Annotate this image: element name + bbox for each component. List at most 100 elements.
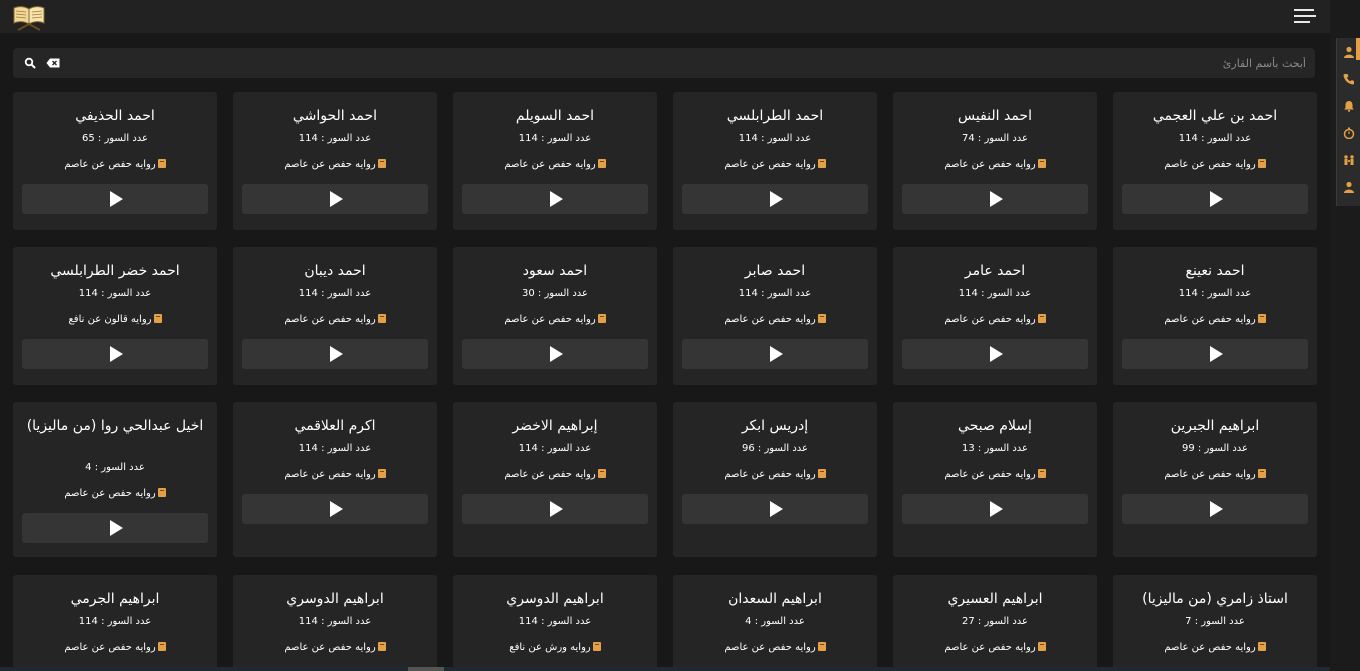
reciter-card[interactable]: إدريس ابكر عدد السور : 96 روايه حفص عن عاص… — [673, 402, 877, 557]
reciter-card[interactable]: احمد نعينع عدد السور : 114 روايه حفص عن عا… — [1113, 247, 1317, 385]
surah-count-value: 7 — [1185, 616, 1192, 627]
narration: روايه حفص عن عاصم — [233, 314, 437, 325]
hamburger-menu-icon[interactable] — [1294, 9, 1318, 27]
reciter-card[interactable]: إسلام صبحي عدد السور : 13 روايه حفص عن عاص… — [893, 402, 1097, 557]
play-icon — [550, 346, 563, 362]
search-icon[interactable] — [24, 57, 36, 69]
reciter-card[interactable]: استاذ زامري (من ماليزيا) عدد السور : 7 روا… — [1113, 575, 1317, 671]
surah-count-label: عدد السور : — [977, 133, 1029, 144]
play-button[interactable] — [902, 339, 1088, 369]
play-button[interactable] — [22, 339, 208, 369]
narration-label: روايه حفص عن عاصم — [64, 159, 156, 170]
reciter-card[interactable]: احمد صابر عدد السور : 114 روايه حفص عن عاص… — [673, 247, 877, 385]
narration: روايه حفص عن عاصم — [453, 159, 657, 170]
surah-count-label: عدد السور : — [981, 288, 1032, 299]
reciter-card[interactable]: احمد السويلم عدد السور : 114 روايه حفص عن … — [453, 92, 657, 230]
surah-count: عدد السور : 114 — [233, 443, 437, 454]
play-icon — [1210, 191, 1223, 207]
reciter-card[interactable]: احمد سعود عدد السور : 30 روايه حفص عن عاصم — [453, 247, 657, 385]
stopwatch-icon[interactable] — [1340, 124, 1358, 142]
reciter-name: احمد ديبان — [304, 263, 366, 279]
play-button[interactable] — [902, 494, 1088, 524]
play-button[interactable] — [682, 339, 868, 369]
reciter-card[interactable]: ابراهيم الدوسري عدد السور : 114 روايه حفص … — [233, 575, 437, 671]
surah-count-value: 114 — [518, 443, 538, 454]
reciter-card[interactable]: اكرم العلاقمي عدد السور : 114 روايه حفص عن… — [233, 402, 437, 557]
narration-label: روايه حفص عن عاصم — [504, 469, 596, 480]
surah-count: عدد السور : 114 — [453, 133, 657, 144]
reciter-name: احمد السويلم — [515, 108, 595, 124]
narration: روايه قالون عن نافع — [13, 314, 217, 325]
narration: روايه حفص عن عاصم — [233, 159, 437, 170]
play-button[interactable] — [1122, 339, 1308, 369]
reciter-card[interactable]: احمد الطرابلسي عدد السور : 114 روايه حفص ع… — [673, 92, 877, 230]
phone-icon[interactable] — [1340, 70, 1358, 88]
play-button[interactable] — [242, 494, 428, 524]
reciter-card[interactable]: احمد عامر عدد السور : 114 روايه حفص عن عاص… — [893, 247, 1097, 385]
search-input[interactable] — [70, 52, 1306, 74]
reciter-card[interactable]: احمد الحذيفي عدد السور : 65 روايه حفص عن ع… — [13, 92, 217, 230]
narration-label: روايه حفص عن عاصم — [724, 159, 816, 170]
play-button[interactable] — [682, 494, 868, 524]
book-icon — [817, 642, 826, 651]
family-icon[interactable] — [1340, 151, 1358, 169]
reciter-card[interactable]: ابراهيم السعدان عدد السور : 4 روايه حفص عن… — [673, 575, 877, 671]
narration-label: روايه حفص عن عاصم — [944, 642, 1036, 653]
reciter-card[interactable]: ابراهيم الدوسري عدد السور : 114 روايه ورش … — [453, 575, 657, 671]
narration-label: روايه حفص عن عاصم — [504, 159, 596, 170]
play-icon — [770, 346, 783, 362]
reciter-card[interactable]: احمد خضر الطرابلسي عدد السور : 114 روايه ق… — [13, 247, 217, 385]
surah-count-value: 30 — [521, 288, 535, 299]
surah-count-label: عدد السور : — [1194, 616, 1245, 627]
bell-icon[interactable] — [1340, 97, 1358, 115]
play-button[interactable] — [1122, 184, 1308, 214]
reciter-card[interactable]: ابراهيم الجبرين عدد السور : 99 روايه حفص ع… — [1113, 402, 1317, 557]
backspace-clear-icon[interactable] — [46, 58, 60, 68]
scrollbar-thumb[interactable] — [408, 667, 444, 671]
reciter-name: احمد الحذيفي — [75, 108, 155, 124]
narration-label: روايه حفص عن عاصم — [1164, 469, 1256, 480]
narration-label: روايه حفص عن عاصم — [944, 159, 1036, 170]
narration: روايه حفص عن عاصم — [13, 488, 217, 499]
play-button[interactable] — [682, 184, 868, 214]
surah-count: عدد السور : 4 — [673, 616, 877, 627]
play-button[interactable] — [1122, 494, 1308, 524]
book-icon — [377, 159, 386, 168]
reciter-card[interactable]: ابراهيم العسيري عدد السور : 27 روايه حفص ع… — [893, 575, 1097, 671]
narration-label: روايه حفص عن عاصم — [1164, 159, 1256, 170]
narration: روايه حفص عن عاصم — [1113, 314, 1317, 325]
play-button[interactable] — [22, 184, 208, 214]
horizontal-scrollbar[interactable] — [0, 667, 1330, 671]
narration-label: روايه حفص عن عاصم — [284, 642, 376, 653]
quran-book-logo-icon[interactable] — [12, 3, 46, 31]
reciter-card[interactable]: إبراهيم الاخضر عدد السور : 114 روايه حفص ع… — [453, 402, 657, 557]
narration: روايه حفص عن عاصم — [893, 314, 1097, 325]
surah-count-label: عدد السور : — [754, 616, 805, 627]
reciter-card[interactable]: احمد ديبان عدد السور : 114 روايه حفص عن عا… — [233, 247, 437, 385]
reciter-card[interactable]: ابراهيم الجرمي عدد السور : 114 روايه حفص ع… — [13, 575, 217, 671]
user-icon[interactable] — [1340, 178, 1358, 196]
play-button[interactable] — [462, 184, 648, 214]
surah-count: عدد السور : 114 — [673, 288, 877, 299]
play-icon — [770, 501, 783, 517]
play-button[interactable] — [902, 184, 1088, 214]
book-icon — [157, 488, 166, 497]
surah-count: عدد السور : 7 — [1113, 616, 1317, 627]
narration-label: روايه حفص عن عاصم — [284, 159, 376, 170]
reciter-card[interactable]: احمد الحواشي عدد السور : 114 روايه حفص عن … — [233, 92, 437, 230]
book-icon — [377, 642, 386, 651]
surah-count: عدد السور : 13 — [893, 443, 1097, 454]
play-button[interactable] — [462, 339, 648, 369]
reciter-card[interactable]: احمد بن علي العجمي عدد السور : 114 روايه ح… — [1113, 92, 1317, 230]
narration-label: روايه حفص عن عاصم — [944, 469, 1036, 480]
play-button[interactable] — [462, 494, 648, 524]
play-button[interactable] — [22, 513, 208, 543]
play-button[interactable] — [242, 339, 428, 369]
reciter-card[interactable]: احمد النفيس عدد السور : 74 روايه حفص عن عا… — [893, 92, 1097, 230]
play-button[interactable] — [242, 184, 428, 214]
reciter-card[interactable]: اخيل عبدالحي روا (من ماليزيا) عدد السور :… — [13, 402, 217, 557]
surah-count-label: عدد السور : — [321, 133, 372, 144]
surah-count-value: 114 — [1178, 288, 1198, 299]
surah-count-value: 114 — [958, 288, 978, 299]
user-icon[interactable] — [1340, 43, 1358, 61]
